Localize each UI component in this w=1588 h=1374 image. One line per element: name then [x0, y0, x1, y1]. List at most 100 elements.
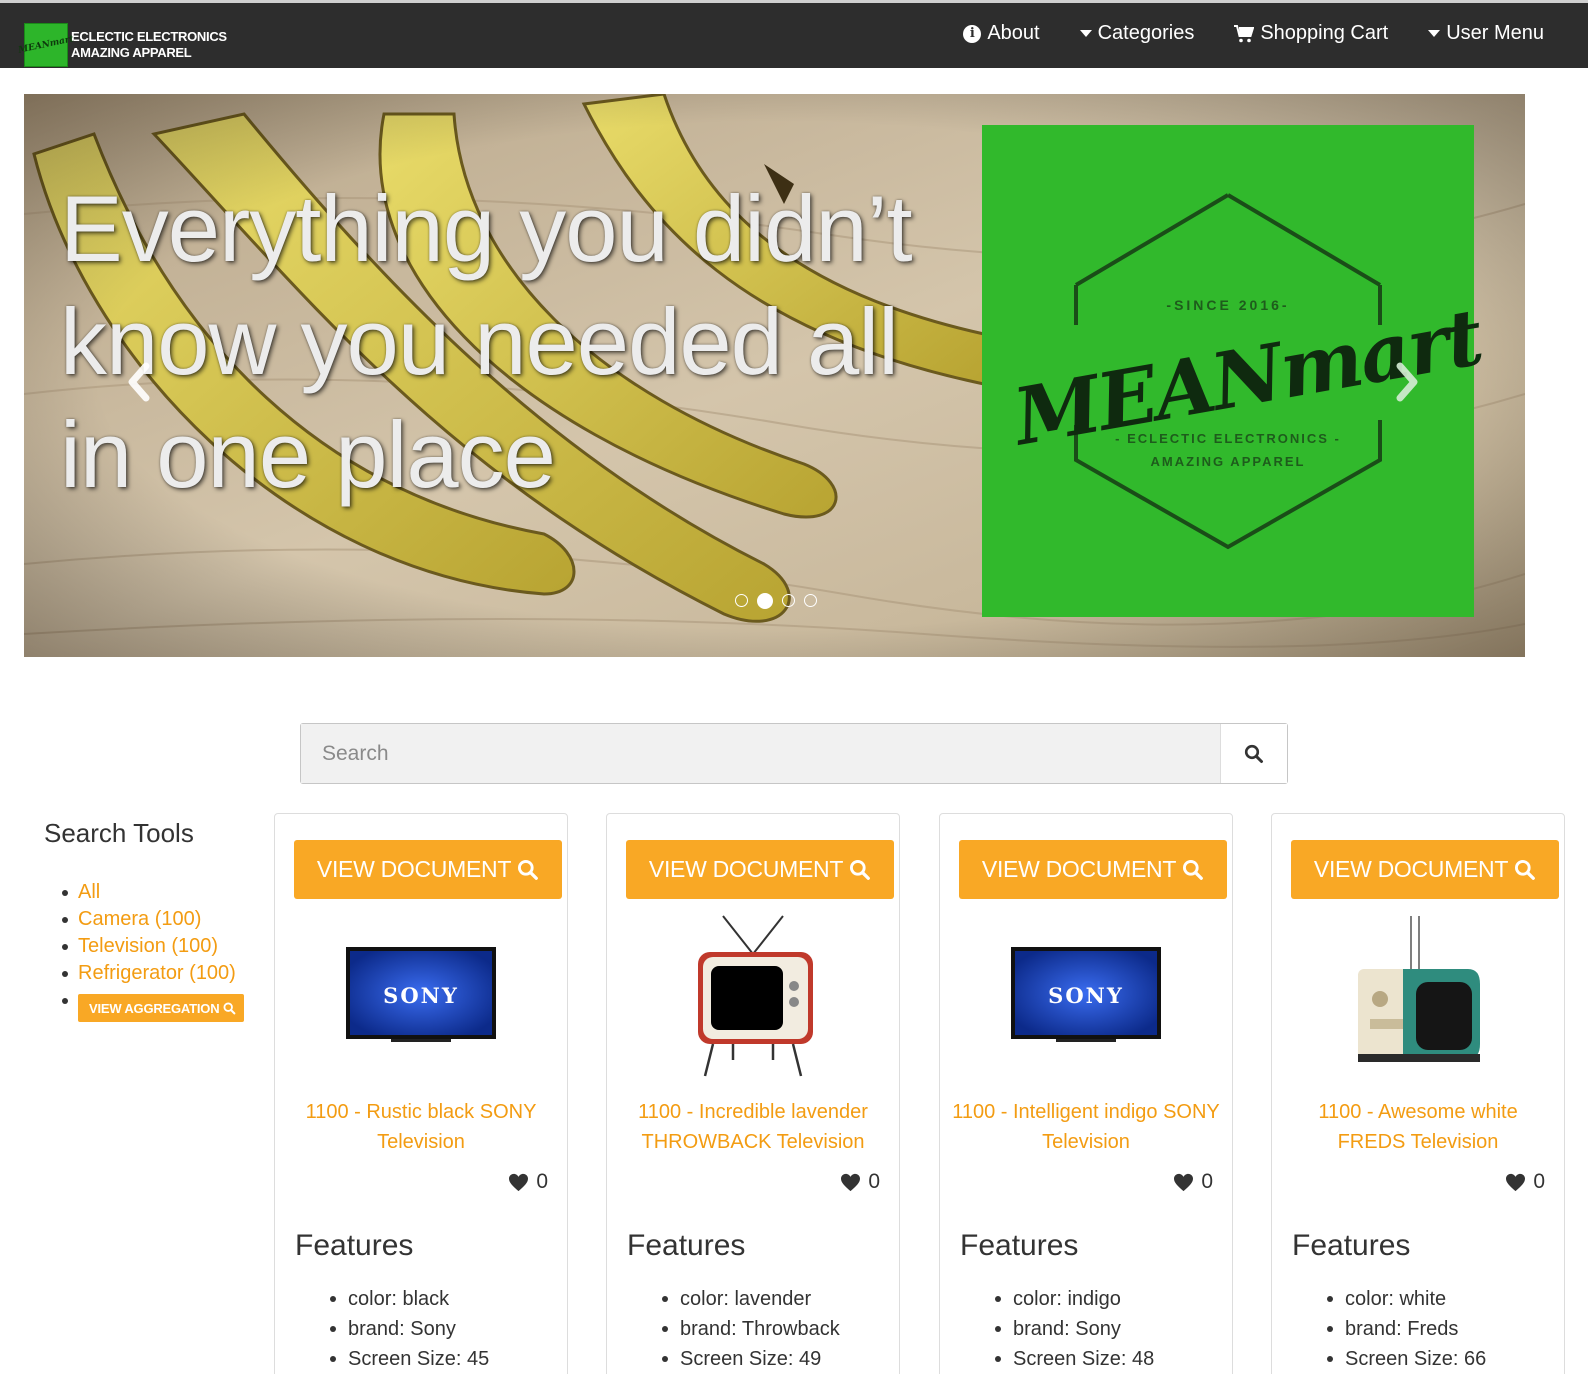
caret-down-icon — [1079, 30, 1092, 37]
tv-brand-text: SONY — [1048, 983, 1124, 1008]
nav-categories-label: Categories — [1097, 22, 1195, 44]
product-title-link[interactable]: 1100 - Intelligent indigo SONY Televisio… — [952, 1097, 1220, 1157]
like-count: 0 — [868, 1170, 880, 1193]
filter-item-refrigerator: Refrigerator (100) — [62, 960, 276, 987]
carousel-indicator[interactable] — [735, 594, 748, 607]
product-card: VIEW DOCUMENT SONY 1100 - Intelligent in… — [939, 813, 1233, 1374]
features-list: color: black brand: Sony Screen Size: 45 — [329, 1284, 489, 1374]
product-title-link[interactable]: 1100 - Incredible lavender THROWBACK Tel… — [619, 1097, 887, 1157]
like-button[interactable]: 0 — [1505, 1170, 1545, 1194]
search-tools-sidebar: Search Tools All Camera (100) Television… — [44, 818, 276, 1022]
hero-carousel: Everything you didn’t know you needed al… — [24, 94, 1525, 657]
view-document-button[interactable]: VIEW DOCUMENT — [959, 840, 1227, 899]
carousel-indicator[interactable] — [782, 594, 795, 607]
view-document-button[interactable]: VIEW DOCUMENT — [626, 840, 894, 899]
heart-icon — [841, 1173, 861, 1191]
brand-link[interactable]: MEANmart ECLECTIC ELECTRONICS AMAZING AP… — [17, 23, 227, 67]
promo-tagline-2: AMAZING APPAREL — [1150, 454, 1306, 469]
features-heading: Features — [627, 1229, 746, 1262]
like-button[interactable]: 0 — [1173, 1170, 1213, 1194]
heart-icon — [509, 1173, 529, 1191]
chevron-left-icon — [128, 362, 150, 402]
like-count: 0 — [1533, 1170, 1545, 1193]
heart-icon — [1506, 1173, 1526, 1191]
view-aggregation-button[interactable]: VIEW AGGREGATION — [78, 994, 245, 1022]
view-document-button[interactable]: VIEW DOCUMENT — [294, 840, 562, 899]
info-circle-icon: i — [963, 24, 982, 43]
nav-shopping-cart[interactable]: Shopping Cart — [1234, 22, 1388, 45]
view-document-label: VIEW DOCUMENT — [316, 856, 512, 882]
features-heading: Features — [960, 1229, 1079, 1262]
feature-item: Screen Size: 49 — [662, 1344, 840, 1374]
search-input[interactable] — [301, 724, 1220, 783]
filter-item-all: All — [62, 879, 276, 906]
nav-user-menu[interactable]: User Menu — [1428, 22, 1544, 45]
product-card: VIEW DOCUMENT 1100 - Incredible lavender… — [606, 813, 900, 1374]
feature-item: color: white — [1326, 1284, 1486, 1314]
carousel-next-button[interactable] — [1392, 362, 1422, 402]
sony-tv-image: SONY — [1011, 947, 1161, 1042]
hero-headline: Everything you didn’t know you needed al… — [60, 176, 913, 507]
features-list: color: lavender brand: Throwback Screen … — [662, 1284, 840, 1374]
search-bar — [300, 723, 1288, 784]
brand-line-2: AMAZING APPAREL — [71, 45, 192, 60]
filter-link-television[interactable]: Television (100) — [78, 935, 218, 957]
features-heading: Features — [295, 1229, 414, 1262]
heart-icon — [1174, 1173, 1194, 1191]
nav-about[interactable]: i About — [963, 22, 1040, 45]
view-document-label: VIEW DOCUMENT — [981, 856, 1177, 882]
like-count: 0 — [536, 1170, 548, 1193]
product-card: VIEW DOCUMENT SONY 1100 - Rustic black S… — [274, 813, 568, 1374]
like-button[interactable]: 0 — [508, 1170, 548, 1194]
nav-shopping-cart-label: Shopping Cart — [1260, 22, 1389, 44]
carousel-indicator[interactable] — [804, 594, 817, 607]
features-heading: Features — [1292, 1229, 1411, 1262]
search-icon — [518, 859, 538, 880]
feature-item: brand: Sony — [994, 1314, 1154, 1344]
feature-item: brand: Freds — [1326, 1314, 1486, 1344]
sony-tv-image: SONY — [346, 947, 496, 1042]
search-icon — [223, 1002, 236, 1014]
product-title-link[interactable]: 1100 - Rustic black SONY Television — [287, 1097, 555, 1157]
filter-link-camera[interactable]: Camera (100) — [78, 908, 201, 930]
feature-item: color: black — [329, 1284, 489, 1314]
search-icon — [1183, 859, 1203, 880]
carousel-indicators — [735, 592, 826, 609]
vintage-tv-image — [1358, 916, 1480, 1062]
view-document-button[interactable]: VIEW DOCUMENT — [1291, 840, 1559, 899]
brand-logo: MEANmart — [17, 23, 75, 67]
retro-tv-image — [698, 915, 813, 1077]
search-tools-title: Search Tools — [44, 818, 194, 848]
search-icon — [1515, 859, 1535, 880]
feature-item: Screen Size: 48 — [994, 1344, 1154, 1374]
feature-item: brand: Sony — [329, 1314, 489, 1344]
caret-down-icon — [1428, 30, 1441, 37]
carousel-prev-button[interactable] — [124, 362, 154, 402]
like-button[interactable]: 0 — [840, 1170, 880, 1194]
carousel-indicator-active[interactable] — [757, 592, 773, 609]
nav-categories[interactable]: Categories — [1079, 22, 1195, 45]
search-icon — [1244, 744, 1263, 763]
feature-item: Screen Size: 45 — [329, 1344, 489, 1374]
nav-menu: i About Categories Shopping Cart User Me… — [923, 22, 1544, 45]
product-card: VIEW DOCUMENT 1100 - Awesome white FREDS… — [1271, 813, 1565, 1374]
search-icon — [850, 859, 870, 880]
shopping-cart-icon — [1234, 24, 1255, 43]
feature-item: brand: Throwback — [662, 1314, 840, 1344]
search-button[interactable] — [1220, 724, 1287, 783]
view-document-label: VIEW DOCUMENT — [648, 856, 844, 882]
filter-link-refrigerator[interactable]: Refrigerator (100) — [78, 962, 236, 984]
feature-item: color: lavender — [662, 1284, 840, 1314]
tv-brand-text: SONY — [383, 983, 459, 1008]
product-title-link[interactable]: 1100 - Awesome white FREDS Television — [1284, 1097, 1552, 1157]
brand-text: ECLECTIC ELECTRONICS AMAZING APPAREL — [71, 29, 227, 61]
filter-item-camera: Camera (100) — [62, 906, 276, 933]
feature-item: color: indigo — [994, 1284, 1154, 1314]
features-list: color: indigo brand: Sony Screen Size: 4… — [994, 1284, 1154, 1374]
nav-user-menu-label: User Menu — [1446, 22, 1544, 44]
filter-link-all[interactable]: All — [78, 881, 100, 903]
like-count: 0 — [1201, 1170, 1213, 1193]
features-list: color: white brand: Freds Screen Size: 6… — [1326, 1284, 1486, 1374]
promo-tagline-1: - ECLECTIC ELECTRONICS - — [1115, 431, 1341, 446]
category-filter-list: All Camera (100) Television (100) Refrig… — [62, 879, 276, 1022]
